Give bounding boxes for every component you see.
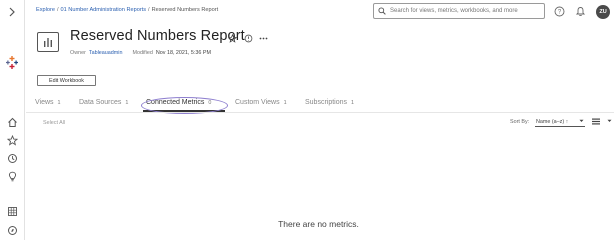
tab-label: Subscriptions: [305, 99, 348, 106]
tab-count: 1: [351, 100, 355, 106]
content-tabs: Views 1 Data Sources 1 Connected Metrics 0 …: [0, 98, 614, 112]
home-icon[interactable]: [5, 115, 19, 129]
sort-select-value: Name (a–z) ↑: [536, 118, 569, 125]
notifications-bell-icon[interactable]: [574, 5, 586, 17]
select-all-checkbox[interactable]: Select All: [43, 120, 65, 126]
workbook-icon: [37, 32, 59, 52]
breadcrumb-separator: /: [148, 7, 150, 13]
modified-label: Modified: [132, 50, 153, 56]
breadcrumb-separator: /: [56, 7, 59, 13]
search-placeholder: Search for views, metrics, workbooks, an…: [390, 8, 518, 14]
edit-workbook-button[interactable]: Edit Workbook: [37, 75, 96, 86]
tab-views[interactable]: Views 1: [35, 99, 61, 106]
tab-custom-views[interactable]: Custom Views 1: [235, 99, 287, 106]
tab-subscriptions[interactable]: Subscriptions 1: [305, 99, 354, 106]
breadcrumb-current: Reserved Numbers Report: [151, 7, 219, 13]
sort-by-label: Sort By:: [510, 119, 530, 125]
tab-count: 1: [125, 100, 129, 106]
search-icon: [378, 2, 386, 20]
tab-count: 1: [57, 100, 61, 106]
recents-clock-icon[interactable]: [5, 151, 19, 165]
expand-nav-icon[interactable]: [5, 5, 19, 19]
favorite-star-icon[interactable]: [227, 33, 237, 43]
tabs-divider: [26, 112, 614, 113]
more-actions-icon[interactable]: [258, 33, 268, 43]
help-icon[interactable]: ?: [553, 5, 565, 17]
tab-data-sources[interactable]: Data Sources 1: [79, 99, 128, 106]
owner-label: Owner: [70, 50, 86, 56]
chevron-down-icon: [579, 119, 584, 125]
workbook-meta: Owner Tableauadmin Modified Nov 18, 2021, 5…: [70, 50, 211, 56]
chevron-down-icon: [607, 119, 612, 125]
tableau-logo-icon[interactable]: [5, 56, 19, 70]
left-navigation-rail: [0, 0, 25, 240]
favorites-star-icon[interactable]: [5, 133, 19, 147]
empty-state-message: There are no metrics.: [278, 219, 359, 229]
tab-label: Data Sources: [79, 99, 122, 106]
breadcrumb: Explore/01 Number Administration Reports…: [36, 7, 218, 13]
owner-link[interactable]: Tableauadmin: [89, 50, 123, 56]
tab-label: Views: [35, 99, 54, 106]
view-mode-select[interactable]: [592, 117, 612, 127]
tab-label: Custom Views: [235, 99, 280, 106]
modified-value: Nov 18, 2021, 5:36 PM: [155, 50, 211, 56]
search-input[interactable]: Search for views, metrics, workbooks, an…: [373, 3, 545, 19]
sort-select[interactable]: Name (a–z) ↑: [535, 117, 585, 127]
page-title: Reserved Numbers Report: [70, 28, 245, 44]
user-avatar[interactable]: ZU: [596, 5, 610, 19]
svg-text:?: ?: [557, 9, 561, 15]
breadcrumb-project-link[interactable]: 01 Number Administration Reports: [61, 7, 147, 13]
data-alert-icon[interactable]: [243, 33, 253, 43]
tab-count: 1: [283, 100, 287, 106]
recommendations-lightbulb-icon[interactable]: [5, 169, 19, 183]
breadcrumb-explore-link[interactable]: Explore: [36, 7, 55, 13]
collections-grid-icon[interactable]: [5, 204, 19, 218]
list-view-icon: [592, 118, 600, 127]
